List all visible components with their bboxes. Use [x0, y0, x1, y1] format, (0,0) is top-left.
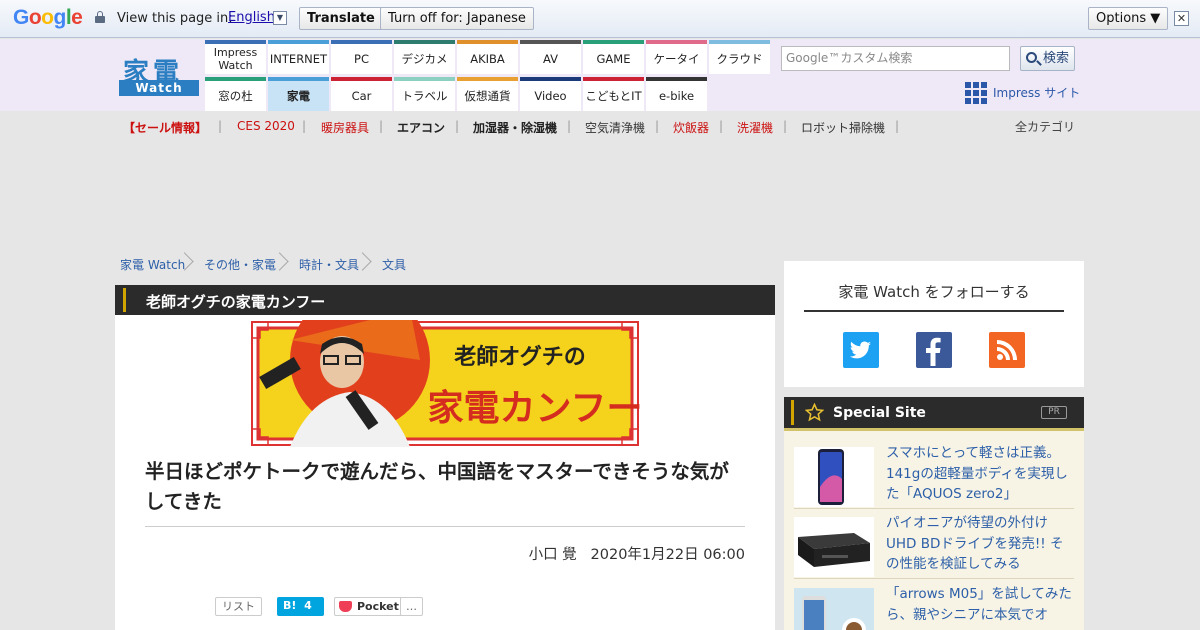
turn-off-button[interactable]: Turn off for: Japanese [380, 7, 534, 30]
nav-item[interactable]: Video [520, 77, 581, 111]
nav-item[interactable]: AKIBA [457, 40, 518, 74]
breadcrumb-home[interactable]: 家電 Watch [120, 256, 185, 273]
nav-item[interactable]: AV [520, 40, 581, 74]
view-page-label: View this page in: [117, 11, 233, 26]
nav-item[interactable]: こどもとIT [583, 77, 644, 111]
rss-icon[interactable] [989, 332, 1025, 368]
column-banner-art: 老師オグチの 家電カンフー [250, 290, 642, 447]
site-logo[interactable]: 家電 Watch [119, 52, 199, 96]
impress-site-link[interactable]: Impress サイト [965, 82, 1080, 104]
breadcrumb-clock[interactable]: 時計・文具 [299, 256, 359, 273]
site-header: 家電 Watch Impress Watch INTERNET PC デジカメ AKIB… [0, 39, 1200, 111]
star-icon [805, 403, 824, 422]
google-logo: Google [13, 6, 83, 29]
translate-button[interactable]: Translate [299, 7, 383, 30]
banner-small-text: 老師オグチの [453, 344, 586, 370]
special-item-thumbnail [794, 447, 874, 507]
share-pocket-button[interactable]: Pocket [334, 597, 406, 616]
article-date: 2020年1月22日 06:00 [590, 547, 745, 563]
category-aircon[interactable]: エアコン [397, 119, 445, 136]
column-header: 老師オグチの家電カンフー [115, 285, 775, 315]
follow-title: 家電 Watch をフォローする [838, 283, 1030, 301]
language-select[interactable]: English [228, 10, 275, 25]
search-input[interactable]: Google™カスタム検索 [781, 46, 1010, 71]
nav-item[interactable]: GAME [583, 40, 644, 74]
category-humidifier[interactable]: 加湿器・除湿機 [473, 119, 557, 136]
impress-site-label: Impress サイト [993, 86, 1081, 100]
special-site-box: Special Site PR スマホにとって軽さは正義。141gの超軽量ボディ… [784, 397, 1084, 630]
category-heater[interactable]: 暖房器具 [321, 119, 369, 136]
hatena-count: 4 [304, 599, 312, 612]
search-button-label: 検索 [1043, 51, 1070, 66]
all-categories-link[interactable]: 全カテゴリ [1015, 118, 1075, 135]
category-bar: 【セール情報】 | CES 2020 | 暖房器具 | エアコン | 加湿器・除… [123, 118, 1076, 136]
share-hatena-button[interactable]: B! 4 [277, 597, 324, 616]
category-ces[interactable]: CES 2020 [237, 119, 295, 133]
pr-badge: PR [1041, 406, 1067, 419]
nav-item[interactable]: デジカメ [394, 40, 455, 74]
nav-item[interactable]: INTERNET [268, 40, 329, 74]
special-item-thumbnail [794, 517, 874, 577]
search-button[interactable]: 検索 [1020, 46, 1075, 71]
breadcrumb-other[interactable]: その他・家電 [204, 256, 276, 273]
nav-item[interactable]: クラウド [709, 40, 770, 74]
chevron-down-icon[interactable]: ▼ [273, 11, 287, 25]
article-byline: 小口 覺 2020年1月22日 06:00 [529, 543, 745, 564]
article-author[interactable]: 小口 覺 [529, 547, 577, 563]
article-headline: 半日ほどポケトークで遊んだら、中国語をマスターできそうな気がしてきた [145, 460, 729, 513]
translate-bar: Google View this page in: English ▼ Tran… [0, 0, 1200, 38]
facebook-icon[interactable] [916, 332, 952, 368]
special-site-title: Special Site [833, 405, 926, 421]
share-more-button[interactable]: … [400, 597, 423, 616]
nav-item[interactable]: 仮想通貨 [457, 77, 518, 111]
category-robot-vacuum[interactable]: ロボット掃除機 [801, 119, 885, 136]
special-item-text: スマホにとって軽さは正義。141gの超軽量ボディを実現した「AQUOS zero… [886, 445, 1068, 502]
banner-big-text: 家電カンフー [428, 388, 640, 429]
article: 老師オグチの家電カンフー 老師オグチの 家電カンフー 半日ほどポケトークで遊んだ… [115, 285, 775, 630]
breadcrumb-stationery[interactable]: 文具 [382, 256, 406, 273]
column-title[interactable]: 老師オグチの家電カンフー [146, 291, 325, 312]
special-item-text: パイオニアが待望の外付けUHD BDドライブを発売!! その性能を検証してみる [886, 515, 1064, 572]
nav-item[interactable]: 家電 [268, 77, 329, 111]
chevron-right-icon [178, 251, 190, 275]
nav-item[interactable]: トラベル [394, 77, 455, 111]
nav-item[interactable]: e-bike [646, 77, 707, 111]
hatena-icon: B! [283, 599, 297, 612]
options-button[interactable]: Options ▼ [1088, 7, 1169, 30]
search-icon [1026, 52, 1037, 63]
close-icon[interactable]: ✕ [1174, 11, 1189, 26]
chevron-right-icon [273, 251, 285, 275]
grid-icon [965, 82, 987, 104]
share-list-button[interactable]: リスト [215, 597, 262, 616]
nav-item[interactable]: 窓の杜 [205, 77, 266, 111]
pocket-icon [339, 601, 352, 612]
special-item[interactable]: スマホにとって軽さは正義。141gの超軽量ボディを実現した「AQUOS zero… [794, 443, 1074, 509]
special-site-header: Special Site PR [784, 397, 1084, 428]
chevron-right-icon [356, 251, 368, 275]
pocket-label: Pocket [357, 600, 399, 613]
nav-item[interactable]: PC [331, 40, 392, 74]
special-item-text: 「arrows M05」を試してみたら、親やシニアに本気でオ [886, 586, 1072, 623]
follow-box: 家電 Watch をフォローする [784, 261, 1084, 387]
special-item[interactable]: パイオニアが待望の外付けUHD BDドライブを発売!! その性能を検証してみる [794, 513, 1074, 579]
lock-icon [95, 11, 105, 23]
nav-item[interactable]: Car [331, 77, 392, 111]
column-banner: 老師オグチの 家電カンフー [250, 290, 642, 447]
twitter-icon[interactable] [843, 332, 879, 368]
logo-watch: Watch [119, 80, 199, 96]
category-washer[interactable]: 洗濯機 [737, 119, 773, 136]
category-sale[interactable]: 【セール情報】 [123, 119, 207, 136]
nav-item[interactable]: Impress Watch [205, 40, 266, 74]
nav-item[interactable]: ケータイ [646, 40, 707, 74]
category-air-purifier[interactable]: 空気清浄機 [585, 119, 645, 136]
special-item[interactable]: 「arrows M05」を試してみたら、親やシニアに本気でオ [794, 584, 1074, 630]
special-item-thumbnail [794, 588, 874, 630]
category-rice-cooker[interactable]: 炊飯器 [673, 119, 709, 136]
